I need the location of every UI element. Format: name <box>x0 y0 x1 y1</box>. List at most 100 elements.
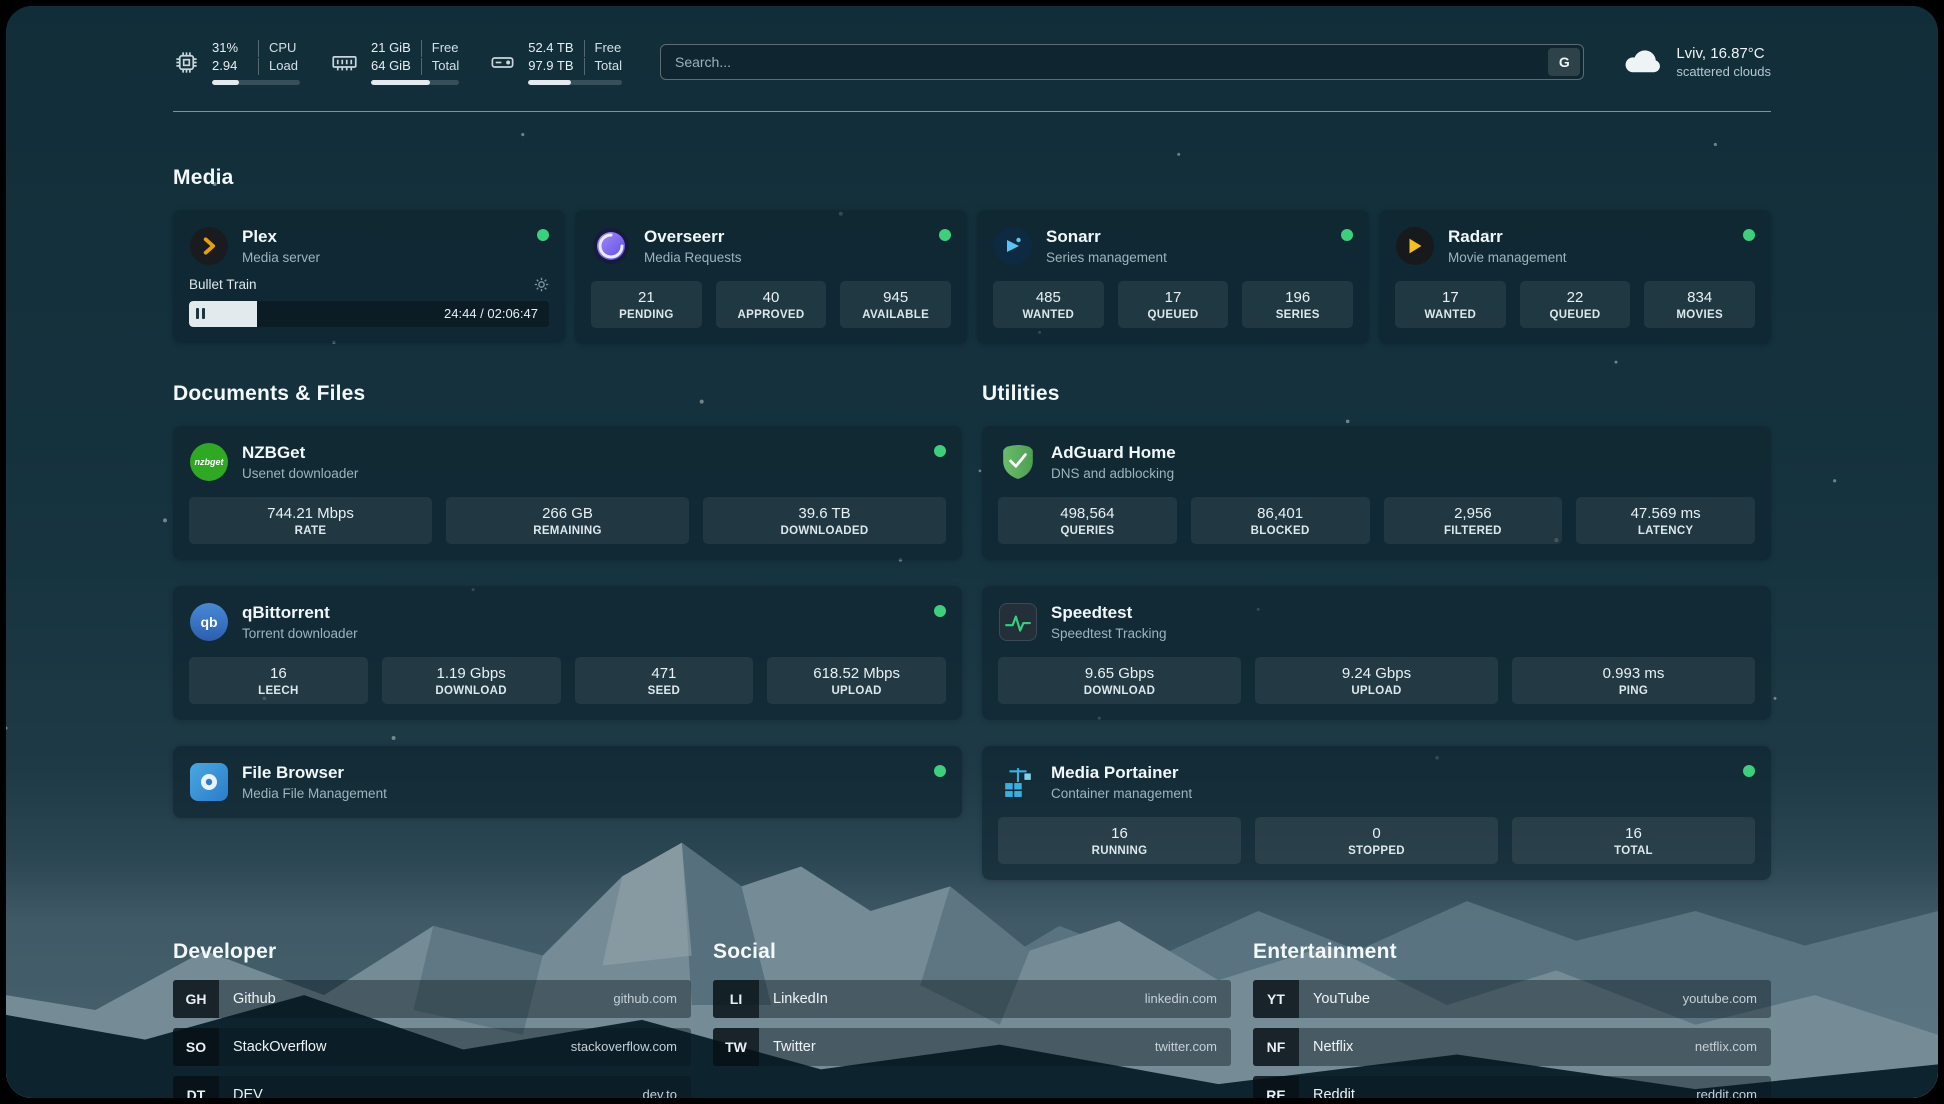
overseerr-icon <box>591 226 631 266</box>
service-name: Speedtest <box>1051 603 1167 623</box>
stat-label: DOWNLOAD <box>386 685 557 697</box>
bookmark-name: LinkedIn <box>759 991 828 1007</box>
stat-label: AVAILABLE <box>844 309 947 321</box>
bookmark-dev[interactable]: DTDEVdev.to <box>173 1076 691 1098</box>
service-stats: 21PENDING40APPROVED945AVAILABLE <box>591 281 951 328</box>
service-card-header: qbqBittorrentTorrent downloader <box>189 602 946 642</box>
service-description: Media server <box>242 250 320 265</box>
status-dot <box>939 229 951 241</box>
bookmark-twitter[interactable]: TWTwittertwitter.com <box>713 1028 1231 1066</box>
resource-module: 52.4 TBFree97.9 TBTotal <box>489 40 622 85</box>
service-stats: 485WANTED17QUEUED196SERIES <box>993 281 1353 328</box>
search-input[interactable] <box>660 44 1584 80</box>
service-card-file-browser[interactable]: File BrowserMedia File Management <box>173 746 962 818</box>
service-card-overseerr[interactable]: OverseerrMedia Requests21PENDING40APPROV… <box>575 210 967 344</box>
stat-value: 0.993 ms <box>1516 665 1751 682</box>
now-playing-title: Bullet Train <box>189 277 257 292</box>
service-card-adguard-home[interactable]: AdGuard HomeDNS and adblocking498,564QUE… <box>982 426 1771 560</box>
two-column-area: Documents & Files nzbgetNZBGetUsenet dow… <box>173 382 1771 880</box>
service-card-header: nzbgetNZBGetUsenet downloader <box>189 442 946 482</box>
service-card-qbittorrent[interactable]: qbqBittorrentTorrent downloader16LEECH1.… <box>173 586 962 720</box>
section-title-documents: Documents & Files <box>173 382 962 406</box>
resource-label: Free <box>421 40 459 57</box>
service-card-media-portainer[interactable]: Media PortainerContainer management16RUN… <box>982 746 1771 880</box>
service-card-header: File BrowserMedia File Management <box>189 762 946 802</box>
bookmark-netflix[interactable]: NFNetflixnetflix.com <box>1253 1028 1771 1066</box>
stat-label: SERIES <box>1246 309 1349 321</box>
documents-stack: nzbgetNZBGetUsenet downloader744.21 Mbps… <box>173 426 962 818</box>
bookmark-url: github.com <box>613 991 691 1006</box>
bookmark-group-developer: DeveloperGHGithubgithub.comSOStackOverfl… <box>173 940 691 1098</box>
service-card-nzbget[interactable]: nzbgetNZBGetUsenet downloader744.21 Mbps… <box>173 426 962 560</box>
stat-box: 22QUEUED <box>1520 281 1631 328</box>
resource-value: 64 GiB <box>371 58 421 75</box>
resource-value: 97.9 TB <box>528 58 583 75</box>
stat-label: PING <box>1516 685 1751 697</box>
stat-box: 196SERIES <box>1242 281 1353 328</box>
service-card-header: OverseerrMedia Requests <box>591 226 951 266</box>
resource-module: 31%CPU2.94Load <box>173 40 300 85</box>
bookmark-url: dev.to <box>643 1087 691 1098</box>
service-name: Overseerr <box>644 227 742 247</box>
service-description: Container management <box>1051 786 1192 801</box>
bookmark-url: linkedin.com <box>1145 991 1231 1006</box>
stat-value: 16 <box>1002 825 1237 842</box>
resource-module: 21 GiBFree64 GiBTotal <box>330 40 459 85</box>
speedtest-icon <box>998 602 1038 642</box>
stat-box: 0.993 ms PING <box>1512 657 1755 704</box>
weather-widget[interactable]: Lviv, 16.87°C scattered clouds <box>1622 44 1771 81</box>
service-card-sonarr[interactable]: SonarrSeries management 485WANTED17QUEUED… <box>977 210 1369 344</box>
resource-modules: 31%CPU2.94Load 21 GiBFree64 GiBTotal 52.… <box>173 40 622 85</box>
service-description: Media File Management <box>242 786 387 801</box>
bookmark-abbr: GH <box>173 980 219 1018</box>
stat-box: 16TOTAL <box>1512 817 1755 864</box>
bookmark-name: Reddit <box>1299 1087 1355 1098</box>
bookmark-reddit[interactable]: RERedditreddit.com <box>1253 1076 1771 1098</box>
service-card-header: SonarrSeries management <box>993 226 1353 266</box>
status-dot <box>1743 229 1755 241</box>
bookmarks-area: DeveloperGHGithubgithub.comSOStackOverfl… <box>173 940 1771 1098</box>
bookmark-github[interactable]: GHGithubgithub.com <box>173 980 691 1018</box>
service-card-radarr[interactable]: RadarrMovie management17WANTED22QUEUED83… <box>1379 210 1771 344</box>
service-card-header: RadarrMovie management <box>1395 226 1755 266</box>
bookmark-url: reddit.com <box>1696 1087 1771 1098</box>
service-card-plex[interactable]: PlexMedia serverBullet Train24:44 / 02:0… <box>173 210 565 343</box>
stat-label: FILTERED <box>1388 525 1559 537</box>
stat-value: 2,956 <box>1388 505 1559 522</box>
weather-condition: scattered clouds <box>1676 64 1771 79</box>
bookmark-abbr: YT <box>1253 980 1299 1018</box>
stat-label: PENDING <box>595 309 698 321</box>
resource-usage-bar <box>528 80 622 85</box>
gear-icon <box>534 277 549 292</box>
resource-usage-fill <box>212 80 239 85</box>
bookmark-linkedin[interactable]: LILinkedIn linkedin.com <box>713 980 1231 1018</box>
section-title-utilities: Utilities <box>982 382 1771 406</box>
resource-usage-bar <box>371 80 459 85</box>
bookmark-stackoverflow[interactable]: SOStackOverflowstackoverflow.com <box>173 1028 691 1066</box>
playback-progress-fill <box>189 301 257 327</box>
stat-label: UPLOAD <box>771 685 942 697</box>
section-title-media: Media <box>173 166 1771 190</box>
resource-label: CPU <box>258 40 298 57</box>
stat-label: DOWNLOAD <box>1002 685 1237 697</box>
resource-usage-fill <box>528 80 571 85</box>
search-bar: G <box>660 44 1584 80</box>
stat-value: 945 <box>844 289 947 306</box>
service-card-speedtest[interactable]: SpeedtestSpeedtest Tracking9.65 GbpsDOWN… <box>982 586 1771 720</box>
bookmark-abbr: DT <box>173 1076 219 1098</box>
bookmark-name: Twitter <box>759 1039 816 1055</box>
stat-box: 498,564QUERIES <box>998 497 1177 544</box>
stat-label: UPLOAD <box>1259 685 1494 697</box>
stat-value: 21 <box>595 289 698 306</box>
qbittorrent-icon: qb <box>189 602 229 642</box>
nzbget-icon: nzbget <box>189 442 229 482</box>
bookmark-youtube[interactable]: YTYouTubeyoutube.com <box>1253 980 1771 1018</box>
service-description: Movie management <box>1448 250 1567 265</box>
search-provider-button[interactable]: G <box>1548 48 1580 76</box>
service-name: Sonarr <box>1046 227 1167 247</box>
stat-value: 1.19 Gbps <box>386 665 557 682</box>
stat-value: 16 <box>193 665 364 682</box>
status-dot <box>1743 765 1755 777</box>
stat-label: RATE <box>193 525 428 537</box>
bookmark-abbr: LI <box>713 980 759 1018</box>
